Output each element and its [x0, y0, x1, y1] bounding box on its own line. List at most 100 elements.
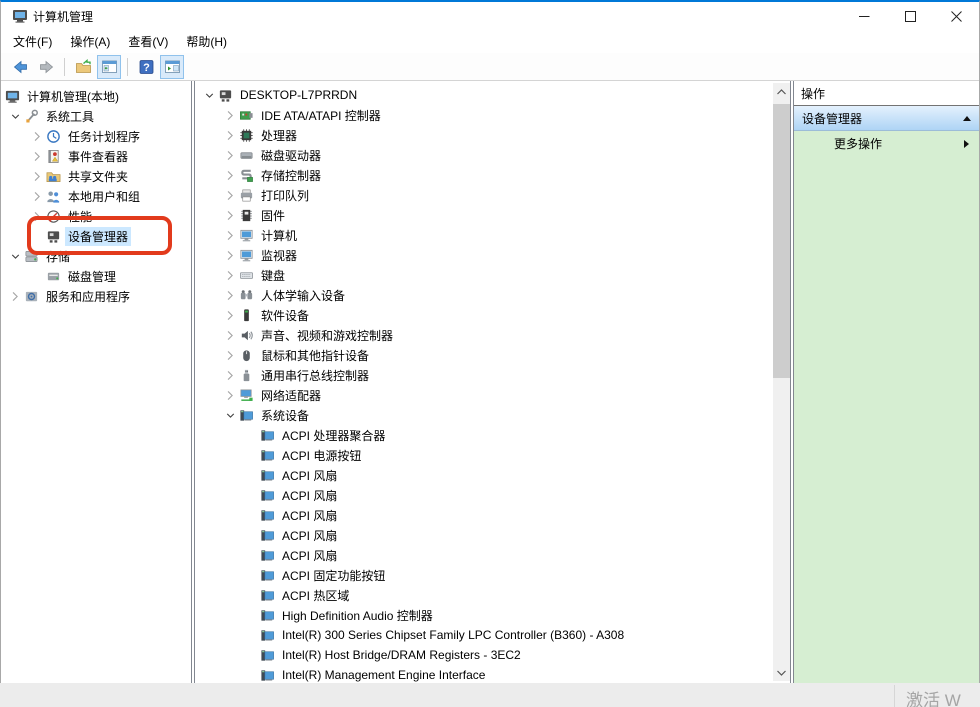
chevron-right-icon[interactable]	[222, 167, 239, 183]
chevron-spacer	[243, 467, 260, 483]
tree-row[interactable]: 处理器	[195, 125, 790, 145]
menu-item[interactable]: 帮助(H)	[177, 30, 236, 53]
tree-row-label: 任务计划程序	[65, 127, 143, 146]
tree-row[interactable]: 磁盘管理	[1, 266, 191, 286]
system-tools-icon	[24, 109, 39, 124]
tree-row[interactable]: 共享文件夹	[1, 166, 191, 186]
tree-row[interactable]: ACPI 风扇	[195, 465, 790, 485]
tree-row[interactable]: ACPI 风扇	[195, 485, 790, 505]
chevron-right-icon[interactable]	[222, 307, 239, 323]
chevron-right-icon[interactable]	[29, 188, 46, 204]
tree-row[interactable]: Intel(R) Management Engine Interface	[195, 665, 790, 683]
minimize-button[interactable]	[841, 2, 887, 30]
tree-row-label: ACPI 热区域	[279, 586, 352, 605]
chevron-right-icon[interactable]	[29, 168, 46, 184]
chevron-right-icon[interactable]	[29, 128, 46, 144]
tree-row-label: ACPI 风扇	[279, 546, 340, 565]
chevron-down-icon[interactable]	[7, 108, 24, 124]
tree-row[interactable]: High Definition Audio 控制器	[195, 605, 790, 625]
chevron-down-icon[interactable]	[7, 248, 24, 264]
console-tree-pane: 计算机管理(本地)系统工具任务计划程序事件查看器共享文件夹本地用户和组性能设备管…	[1, 81, 192, 683]
chevron-right-icon[interactable]	[222, 227, 239, 243]
tree-row[interactable]: IDE ATA/ATAPI 控制器	[195, 105, 790, 125]
usb-icon	[239, 368, 254, 383]
tree-row[interactable]: ACPI 风扇	[195, 545, 790, 565]
more-actions-item[interactable]: 更多操作	[794, 131, 979, 156]
tree-row[interactable]: 性能	[1, 206, 191, 226]
tree-row[interactable]: 任务计划程序	[1, 126, 191, 146]
menu-item[interactable]: 查看(V)	[119, 30, 177, 53]
chevron-right-icon[interactable]	[222, 187, 239, 203]
tree-row-label: 磁盘管理	[65, 267, 119, 286]
chevron-right-icon[interactable]	[7, 288, 24, 304]
back-button[interactable]	[8, 55, 32, 79]
tree-row[interactable]: 系统设备	[195, 405, 790, 425]
tree-row[interactable]: 存储	[1, 246, 191, 266]
tree-row[interactable]: 本地用户和组	[1, 186, 191, 206]
close-button[interactable]	[933, 2, 979, 30]
chevron-right-icon[interactable]	[222, 267, 239, 283]
forward-button[interactable]	[34, 55, 58, 79]
tree-row[interactable]: 软件设备	[195, 305, 790, 325]
export-list-button[interactable]	[71, 55, 95, 79]
tree-row[interactable]: 计算机管理(本地)	[1, 86, 191, 106]
chevron-right-icon[interactable]	[222, 327, 239, 343]
tree-row[interactable]: 固件	[195, 205, 790, 225]
tree-row[interactable]: 磁盘驱动器	[195, 145, 790, 165]
tree-row[interactable]: ACPI 处理器聚合器	[195, 425, 790, 445]
chevron-right-icon[interactable]	[29, 148, 46, 164]
tree-row[interactable]: ACPI 固定功能按钮	[195, 565, 790, 585]
tree-row[interactable]: Intel(R) 300 Series Chipset Family LPC C…	[195, 625, 790, 645]
tree-row[interactable]: ACPI 风扇	[195, 505, 790, 525]
show-console-tree-button[interactable]	[97, 55, 121, 79]
menu-item[interactable]: 文件(F)	[4, 30, 61, 53]
tree-row[interactable]: 鼠标和其他指针设备	[195, 345, 790, 365]
chevron-right-icon[interactable]	[29, 208, 46, 224]
tree-row[interactable]: 设备管理器	[1, 226, 191, 246]
vertical-scrollbar[interactable]	[773, 83, 790, 681]
tree-row[interactable]: 计算机	[195, 225, 790, 245]
chevron-right-icon[interactable]	[222, 247, 239, 263]
tree-row[interactable]: 服务和应用程序	[1, 286, 191, 306]
menu-item[interactable]: 操作(A)	[61, 30, 119, 53]
tree-row[interactable]: 键盘	[195, 265, 790, 285]
shared-folders-icon	[46, 169, 61, 184]
chevron-down-icon[interactable]	[222, 407, 239, 423]
show-action-pane-button[interactable]	[160, 55, 184, 79]
tree-row[interactable]: Intel(R) Host Bridge/DRAM Registers - 3E…	[195, 645, 790, 665]
tree-row[interactable]: 网络适配器	[195, 385, 790, 405]
maximize-button[interactable]	[887, 2, 933, 30]
tree-row[interactable]: 系统工具	[1, 106, 191, 126]
tree-row[interactable]: 声音、视频和游戏控制器	[195, 325, 790, 345]
chevron-right-icon[interactable]	[222, 367, 239, 383]
scroll-down-button[interactable]	[773, 664, 790, 681]
tree-row[interactable]: ACPI 热区域	[195, 585, 790, 605]
tree-row[interactable]: 打印队列	[195, 185, 790, 205]
help-button[interactable]: ?	[134, 55, 158, 79]
tree-row[interactable]: 事件查看器	[1, 146, 191, 166]
chevron-right-icon[interactable]	[222, 387, 239, 403]
tree-row[interactable]: 通用串行总线控制器	[195, 365, 790, 385]
tree-row[interactable]: 存储控制器	[195, 165, 790, 185]
chevron-right-icon[interactable]	[222, 207, 239, 223]
chevron-right-icon[interactable]	[222, 127, 239, 143]
tree-row[interactable]: 人体学输入设备	[195, 285, 790, 305]
chevron-right-icon[interactable]	[222, 287, 239, 303]
tree-row-label: 软件设备	[258, 306, 312, 325]
title-bar: 计算机管理	[1, 2, 979, 30]
tree-row-label: ACPI 固定功能按钮	[279, 566, 388, 585]
tree-row[interactable]: DESKTOP-L7PRRDN	[195, 85, 790, 105]
chevron-down-icon[interactable]	[201, 87, 218, 103]
collapse-section-icon[interactable]	[963, 116, 971, 121]
actions-section-device-manager[interactable]: 设备管理器	[794, 106, 979, 131]
tree-row[interactable]: 监视器	[195, 245, 790, 265]
tree-row[interactable]: ACPI 风扇	[195, 525, 790, 545]
tree-row-label: 系统工具	[43, 107, 97, 126]
chevron-right-icon[interactable]	[222, 107, 239, 123]
tree-row-label: 通用串行总线控制器	[258, 366, 372, 385]
chevron-right-icon[interactable]	[222, 347, 239, 363]
tree-row[interactable]: ACPI 电源按钮	[195, 445, 790, 465]
scroll-up-button[interactable]	[773, 83, 790, 100]
scrollbar-thumb[interactable]	[773, 104, 790, 378]
chevron-right-icon[interactable]	[222, 147, 239, 163]
